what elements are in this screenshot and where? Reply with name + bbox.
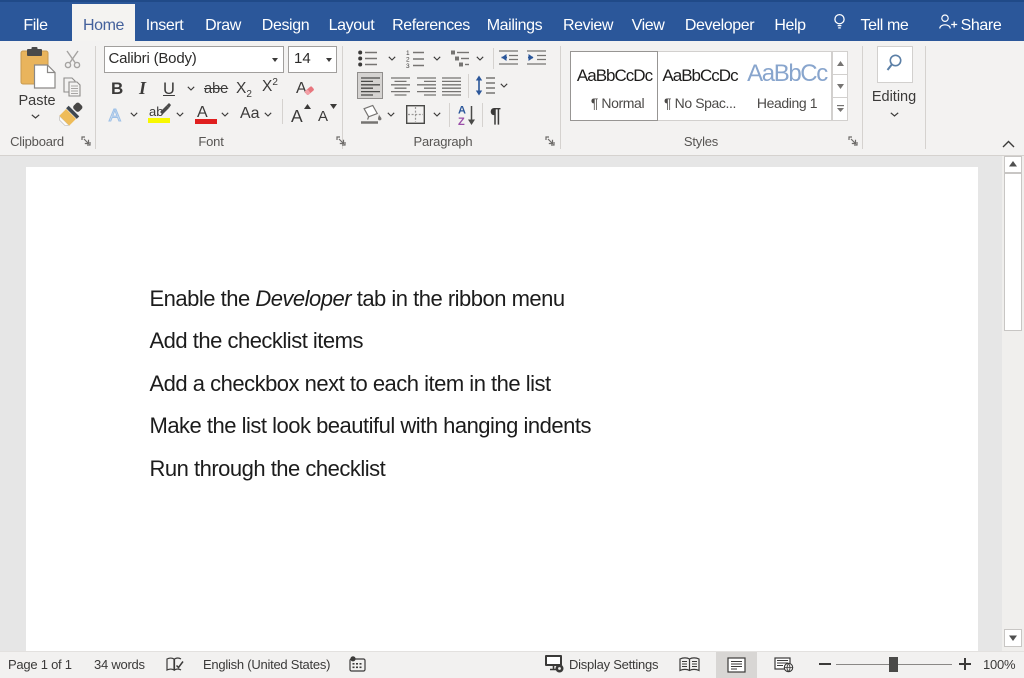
svg-text:3: 3 <box>406 63 410 70</box>
svg-text:Z: Z <box>458 116 465 128</box>
svg-text:A: A <box>296 80 307 97</box>
svg-text:A: A <box>458 105 466 117</box>
